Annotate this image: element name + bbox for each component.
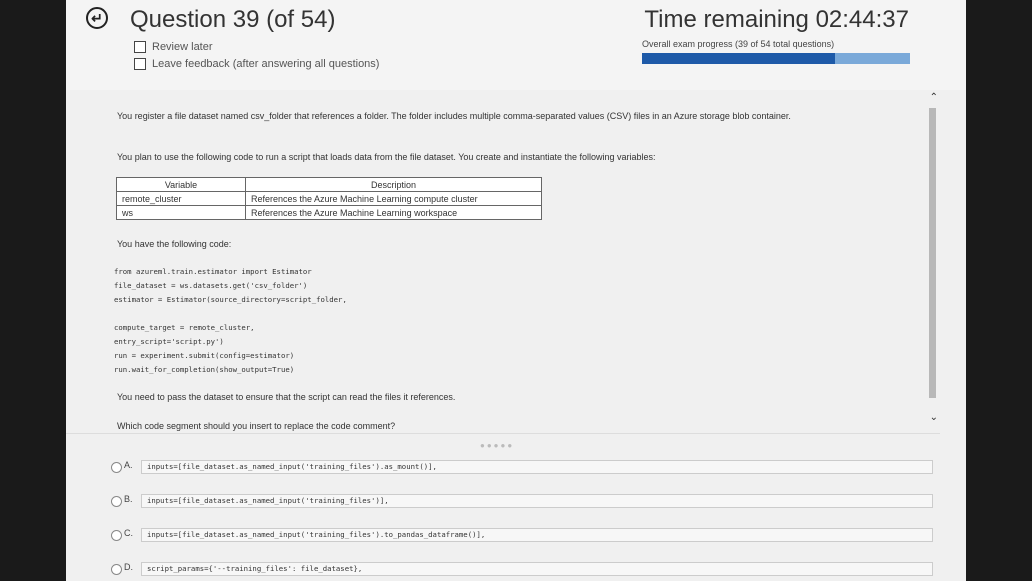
option-code[interactable]: script_params={'--training_files': file_… — [141, 562, 933, 576]
option-code[interactable]: inputs=[file_dataset.as_named_input('tra… — [141, 460, 933, 474]
progress-bar — [642, 53, 910, 64]
progress-fill — [642, 53, 836, 64]
question-title: Question 39 (of 54) — [130, 6, 336, 33]
option-letter: D. — [124, 562, 133, 572]
checkbox-icon[interactable] — [134, 58, 146, 70]
option-b[interactable]: B. inputs=[file_dataset.as_named_input('… — [111, 494, 933, 509]
option-code[interactable]: inputs=[file_dataset.as_named_input('tra… — [141, 528, 933, 542]
question-para-2: You plan to use the following code to ru… — [117, 152, 656, 162]
divider — [66, 433, 940, 434]
radio-button[interactable] — [111, 564, 122, 575]
option-d[interactable]: D. script_params={'--training_files': fi… — [111, 562, 933, 577]
progress-label: Overall exam progress (39 of 54 total qu… — [642, 39, 835, 49]
option-a[interactable]: A. inputs=[file_dataset.as_named_input('… — [111, 460, 933, 475]
drag-dots-icon: ●●●●● — [480, 441, 515, 450]
question-panel: ⌃ ⌄ You register a file dataset named cs… — [66, 90, 966, 581]
question-para-3: You have the following code: — [117, 239, 232, 249]
table-cell: References the Azure Machine Learning co… — [245, 191, 542, 206]
back-circle-icon[interactable]: ↵ — [86, 7, 108, 29]
review-later-label: Review later — [152, 41, 213, 53]
radio-button[interactable] — [111, 462, 122, 473]
option-c[interactable]: C. inputs=[file_dataset.as_named_input('… — [111, 528, 933, 543]
radio-button[interactable] — [111, 496, 122, 507]
option-code[interactable]: inputs=[file_dataset.as_named_input('tra… — [141, 494, 933, 508]
scrollbar-thumb[interactable] — [929, 108, 936, 398]
table-cell: ws — [116, 205, 246, 220]
table-header-cell: Variable — [116, 177, 246, 192]
exam-screen: ↵ Question 39 (of 54) Review later Leave… — [66, 0, 966, 581]
table-header-row: Variable Description — [116, 177, 542, 192]
chevron-up-icon[interactable]: ⌃ — [930, 92, 938, 103]
question-para-4: You need to pass the dataset to ensure t… — [117, 392, 456, 402]
table-cell: remote_cluster — [116, 191, 246, 206]
option-letter: B. — [124, 494, 133, 504]
leave-feedback-label: Leave feedback (after answering all ques… — [152, 58, 380, 70]
table-cell: References the Azure Machine Learning wo… — [245, 205, 542, 220]
exam-header: ↵ Question 39 (of 54) Review later Leave… — [66, 0, 966, 90]
question-para-5: Which code segment should you insert to … — [117, 421, 396, 431]
chevron-down-icon[interactable]: ⌄ — [930, 412, 938, 423]
question-para-1: You register a file dataset named csv_fo… — [117, 111, 791, 121]
code-block-1: from azureml.train.estimator import Esti… — [114, 267, 347, 304]
option-letter: C. — [124, 528, 133, 538]
option-letter: A. — [124, 460, 133, 470]
time-remaining: Time remaining 02:44:37 — [644, 6, 909, 33]
variables-table: Variable Description remote_cluster Refe… — [116, 177, 542, 220]
checkbox-icon[interactable] — [134, 41, 146, 53]
radio-button[interactable] — [111, 530, 122, 541]
table-row: ws References the Azure Machine Learning… — [116, 205, 542, 220]
code-block-2: compute_target = remote_cluster, entry_s… — [114, 323, 295, 374]
table-row: remote_cluster References the Azure Mach… — [116, 191, 542, 206]
leave-feedback-checkbox[interactable]: Leave feedback (after answering all ques… — [134, 58, 379, 70]
table-header-cell: Description — [245, 177, 542, 192]
review-later-checkbox[interactable]: Review later — [134, 41, 213, 53]
